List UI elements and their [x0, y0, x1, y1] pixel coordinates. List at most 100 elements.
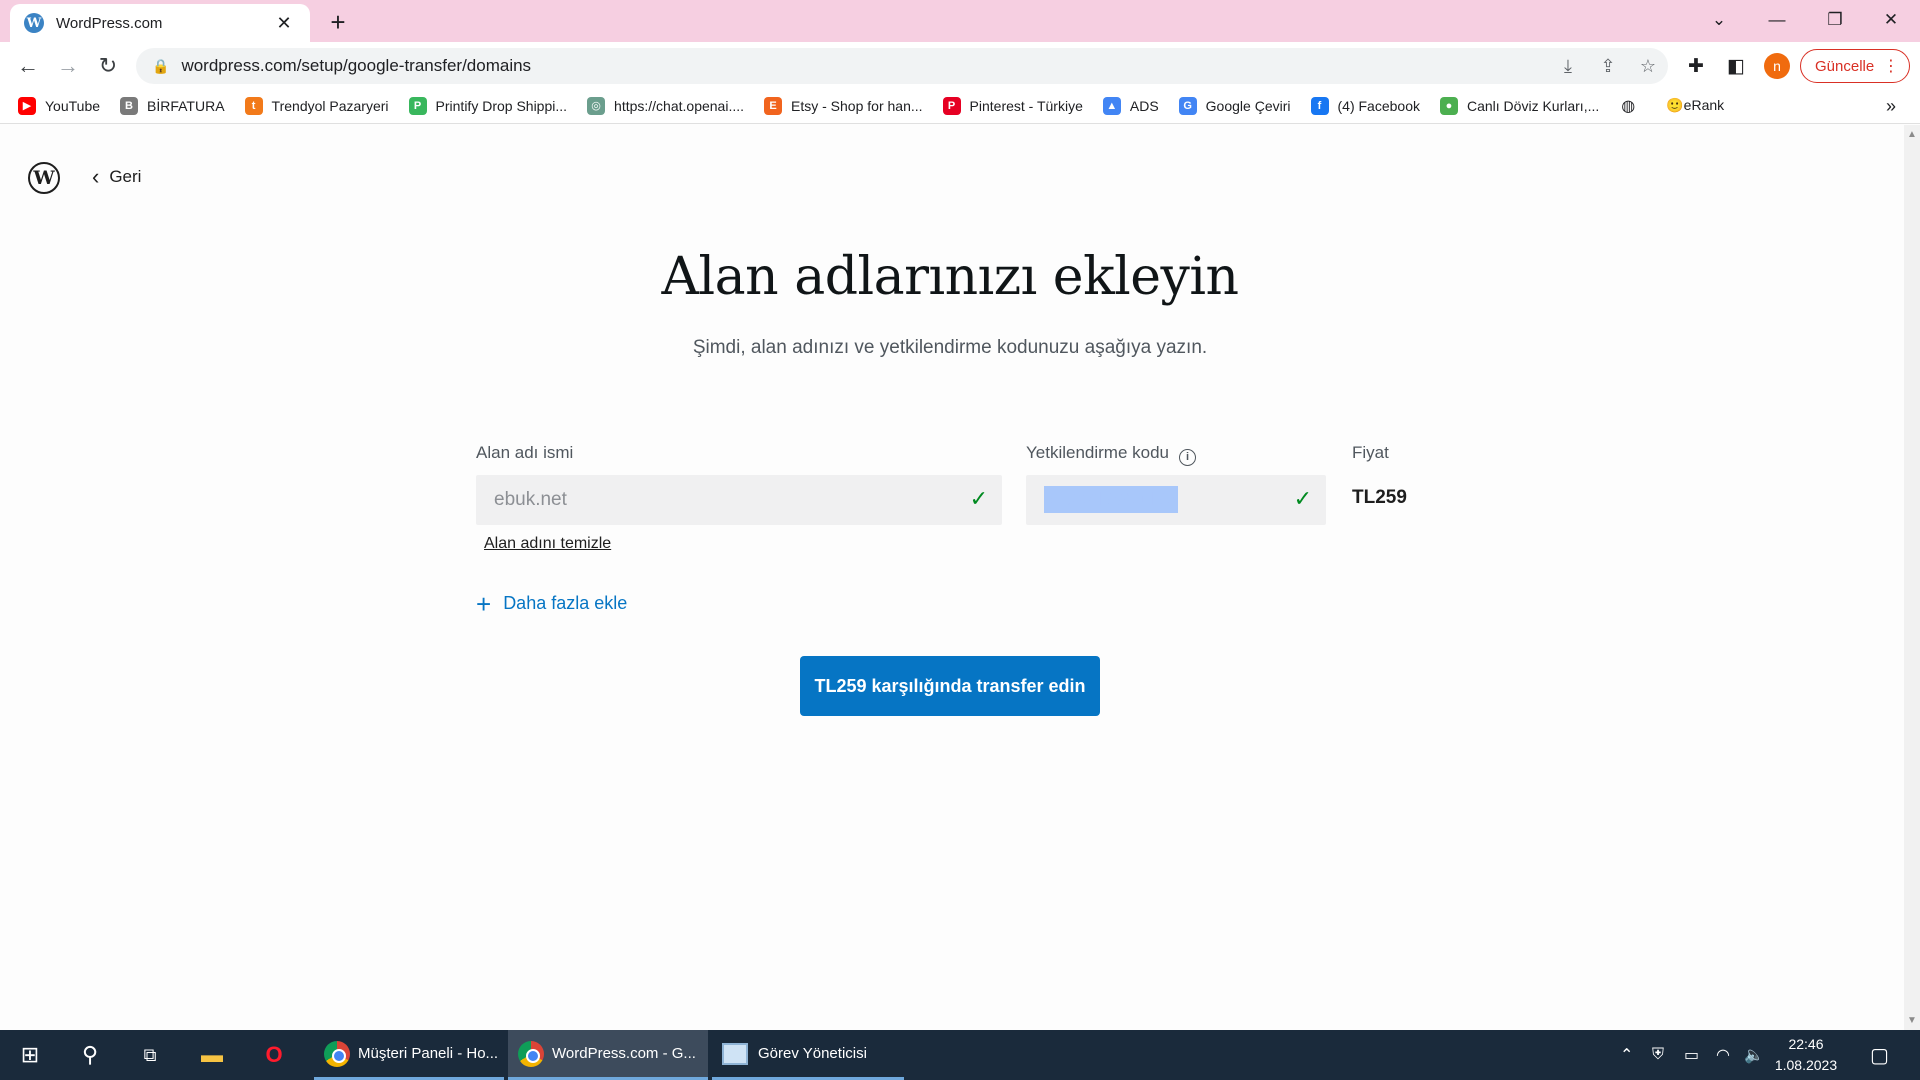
bookmark-youtube[interactable]: ▶ YouTube: [18, 96, 100, 115]
address-bar[interactable]: 🔒 wordpress.com/setup/google-transfer/do…: [136, 48, 1668, 84]
auth-code-label: Yetkilendirme kodu: [1026, 443, 1170, 462]
plus-icon: +: [476, 588, 492, 619]
add-more-button[interactable]: + Daha fazla ekle: [476, 588, 627, 619]
battery-icon[interactable]: ▭: [1684, 1030, 1699, 1080]
bookmark-google-ads[interactable]: ▲ ADS: [1102, 96, 1159, 115]
browser-tab-active[interactable]: W WordPress.com ✕: [10, 4, 310, 42]
birfatura-icon: B: [120, 96, 139, 115]
bookmark-facebook[interactable]: f (4) Facebook: [1310, 96, 1420, 115]
auth-code-selected-value[interactable]: kZ#qaRW7ttR0: [1044, 486, 1178, 513]
task-view-icon[interactable]: ⧉: [130, 1030, 170, 1080]
share-icon[interactable]: ⇪: [1588, 56, 1628, 77]
taskbar-app-task-manager[interactable]: Görev Yöneticisi: [712, 1030, 904, 1080]
bookmarks-bar: ▶ YouTube B BİRFATURA t Trendyol Pazaryeri P Pr…: [0, 88, 1920, 124]
tray-chevron-up-icon[interactable]: ⌃: [1620, 1030, 1633, 1080]
bookmark-label: https://chat.openai....: [614, 97, 745, 114]
extensions-puzzle-icon[interactable]: ✚: [1682, 52, 1710, 80]
bookmark-openai[interactable]: ◎ https://chat.openai....: [587, 96, 745, 115]
bookmark-label: BİRFATURA: [147, 97, 225, 114]
minimize-button[interactable]: —: [1748, 0, 1806, 40]
back-button[interactable]: ‹ Geri: [92, 164, 142, 189]
bookmark-label: (4) Facebook: [1337, 97, 1420, 114]
close-tab-icon[interactable]: ✕: [272, 13, 296, 34]
install-app-icon[interactable]: ⤓: [1548, 56, 1588, 77]
update-button[interactable]: Güncelle ⋮: [1800, 49, 1910, 83]
price-label: Fiyat: [1352, 443, 1389, 462]
domain-name-value[interactable]: ebuk.net: [494, 489, 1002, 511]
clear-domain-link[interactable]: Alan adını temizle: [484, 535, 611, 553]
page-scrollbar[interactable]: ▲ ▼: [1904, 125, 1920, 1030]
profile-avatar[interactable]: n: [1764, 53, 1790, 79]
domain-name-input[interactable]: ebuk.net ✓: [476, 475, 1002, 525]
bookmark-label: Printify Drop Shippi...: [435, 97, 568, 114]
lock-icon[interactable]: 🔒: [152, 58, 169, 75]
reload-icon[interactable]: ↻: [92, 50, 124, 82]
volume-icon[interactable]: 🔈: [1744, 1030, 1764, 1080]
info-icon[interactable]: i: [1179, 448, 1197, 466]
bookmark-globe[interactable]: ◍: [1619, 97, 1646, 115]
bookmark-pinterest[interactable]: P Pinterest - Türkiye: [942, 96, 1083, 115]
url-text[interactable]: wordpress.com/setup/google-transfer/doma…: [181, 56, 1548, 76]
restore-button[interactable]: ❐: [1806, 0, 1864, 40]
notifications-icon[interactable]: ▢: [1870, 1030, 1889, 1080]
forward-arrow-icon[interactable]: →: [52, 50, 84, 82]
youtube-icon: ▶: [18, 96, 36, 115]
bookmark-label: ADS: [1129, 97, 1159, 114]
browser-titlebar: W WordPress.com ✕ + ⌄ — ❐ ✕: [0, 0, 1920, 42]
chrome-icon: [518, 1040, 544, 1067]
windows-start-icon[interactable]: ⊞: [10, 1030, 50, 1080]
bookmark-star-icon[interactable]: ☆: [1628, 56, 1668, 77]
browser-toolbar: ← → ↻ 🔒 wordpress.com/setup/google-trans…: [0, 42, 1920, 88]
facebook-icon: f: [1310, 96, 1329, 115]
domain-name-label: Alan adı ismi: [476, 443, 574, 462]
bookmark-trendyol[interactable]: t Trendyol Pazaryeri: [244, 96, 389, 115]
bookmark-label: Pinterest - Türkiye: [969, 97, 1083, 114]
printify-icon: P: [408, 96, 427, 115]
search-icon[interactable]: ⚲: [70, 1030, 110, 1080]
side-panel-icon[interactable]: ◧: [1722, 52, 1750, 80]
back-label: Geri: [109, 167, 142, 186]
bookmark-label: Etsy - Shop for han...: [791, 97, 923, 114]
page-subtitle: Şimdi, alan adınızı ve yetkilendirme kod…: [692, 337, 1208, 358]
tab-search-chevron-icon[interactable]: ⌄: [1690, 0, 1748, 40]
taskbar-clock[interactable]: 22:46 1.08.2023: [1766, 1034, 1846, 1076]
task-manager-icon: [722, 1042, 748, 1065]
google-ads-icon: ▲: [1102, 96, 1121, 115]
update-button-label: Güncelle: [1815, 57, 1875, 75]
new-tab-button[interactable]: +: [324, 7, 352, 37]
scroll-down-icon[interactable]: ▼: [1907, 1015, 1917, 1026]
security-icon[interactable]: ⛨: [1652, 1030, 1664, 1080]
opera-icon[interactable]: O: [254, 1030, 294, 1080]
chevron-left-icon: ‹: [92, 164, 100, 189]
close-window-button[interactable]: ✕: [1862, 0, 1920, 40]
auth-code-input[interactable]: kZ#qaRW7ttR0 ✓: [1026, 475, 1326, 525]
taskbar-app-customer-panel[interactable]: Müşteri Paneli - Ho...: [314, 1030, 504, 1080]
windows-taskbar: ⊞ ⚲ ⧉ ▬ O Müşteri Paneli - Ho... WordPre…: [0, 1030, 1920, 1080]
etsy-icon: E: [764, 96, 783, 115]
bookmark-erank[interactable]: 🙂eRank: [1666, 97, 1724, 114]
openai-icon: ◎: [587, 96, 606, 115]
wifi-icon[interactable]: ◠: [1716, 1030, 1730, 1080]
bookmark-birfatura[interactable]: B BİRFATURA: [120, 96, 225, 115]
bookmark-label: Canlı Döviz Kurları,...: [1466, 97, 1600, 114]
bookmark-google-translate[interactable]: G Google Çeviri: [1178, 96, 1291, 115]
back-arrow-icon[interactable]: ←: [12, 50, 44, 82]
wordpress-logo-icon[interactable]: W: [28, 162, 60, 194]
chrome-icon: [324, 1040, 350, 1067]
bookmarks-overflow-icon[interactable]: »: [1886, 96, 1896, 117]
clock-date: 1.08.2023: [1774, 1057, 1838, 1073]
scroll-up-icon[interactable]: ▲: [1907, 129, 1917, 140]
taskbar-app-wordpress[interactable]: WordPress.com - G...: [508, 1030, 708, 1080]
transfer-button[interactable]: TL259 karşılığında transfer edin: [800, 656, 1100, 716]
more-menu-icon[interactable]: ⋮: [1883, 56, 1899, 76]
google-translate-icon: G: [1178, 96, 1197, 115]
taskbar-app-label: Görev Yöneticisi: [758, 1045, 867, 1062]
bookmark-etsy[interactable]: E Etsy - Shop for han...: [764, 96, 923, 115]
pinterest-icon: P: [942, 96, 961, 115]
currency-icon: ●: [1439, 96, 1458, 115]
bookmark-printify[interactable]: P Printify Drop Shippi...: [408, 96, 568, 115]
file-explorer-icon[interactable]: ▬: [192, 1030, 232, 1080]
page-title: Alan adlarınızı ekleyin: [661, 247, 1239, 307]
bookmark-currency[interactable]: ● Canlı Döviz Kurları,...: [1439, 96, 1600, 115]
clock-time: 22:46: [1788, 1036, 1824, 1052]
